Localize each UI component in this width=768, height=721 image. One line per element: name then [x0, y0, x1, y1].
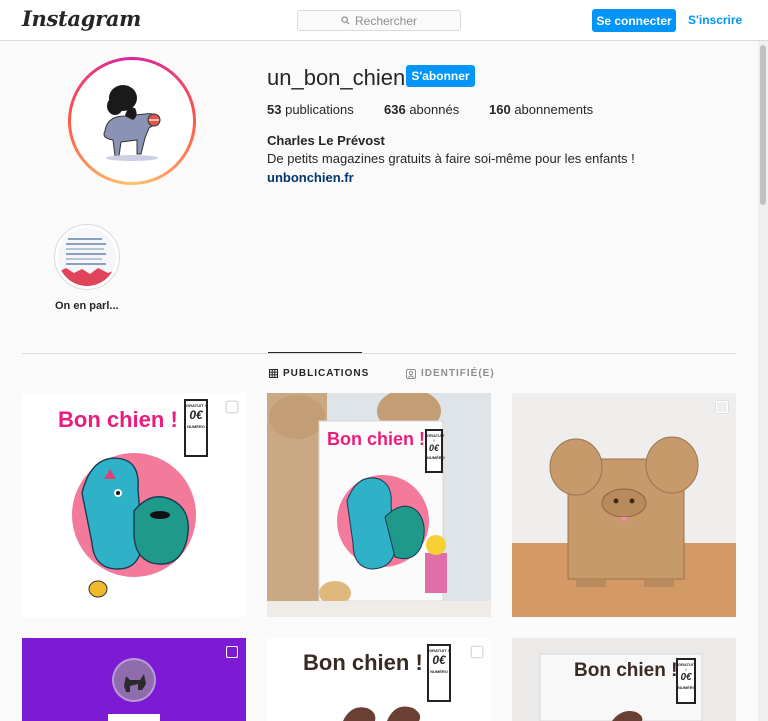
- posts-stat: 53 publications: [267, 102, 384, 117]
- dog-heads-illustration: [343, 706, 421, 721]
- tabs-divider: [22, 353, 736, 354]
- instagram-logo[interactable]: Instagram: [22, 6, 141, 31]
- tab-publications[interactable]: PUBLICATIONS: [269, 368, 369, 379]
- profile-website-link[interactable]: unbonchien.fr: [267, 170, 354, 185]
- multiple-images-icon: [716, 401, 728, 413]
- post-thumbnail[interactable]: [22, 638, 246, 721]
- post-thumbnail[interactable]: Bon chien ! GRATUIT ! 0€ NUMÉRO: [267, 393, 491, 617]
- tab-publications-label: PUBLICATIONS: [283, 368, 370, 379]
- followers-count: 636: [384, 102, 406, 117]
- cardboard-dog-photo: [512, 393, 736, 617]
- profile-bio: De petits magazines gratuits à faire soi…: [267, 151, 635, 166]
- profile-username: un_bon_chien: [267, 65, 406, 90]
- follow-button[interactable]: S'abonner: [406, 65, 475, 87]
- monsters-hugging-illustration: [72, 453, 196, 598]
- posts-count: 53: [267, 102, 282, 117]
- profile-stats: 53 publications 636 abonnés 160 abonneme…: [267, 102, 593, 117]
- multiple-images-icon: [226, 646, 238, 658]
- following-stat[interactable]: 160 abonnements: [489, 102, 593, 117]
- following-label: abonnements: [514, 102, 594, 117]
- search-input[interactable]: Rechercher: [297, 10, 461, 31]
- post-title: Bon chien !: [574, 660, 678, 681]
- profile-avatar[interactable]: [68, 57, 196, 185]
- search-icon: [341, 16, 350, 25]
- followers-stat[interactable]: 636 abonnés: [384, 102, 489, 117]
- posts-label: publications: [285, 102, 354, 117]
- tab-tagged-label: IDENTIFIÉ(E): [421, 368, 495, 379]
- highlight-thumbnail: [58, 228, 116, 286]
- page-scrollbar[interactable]: [758, 41, 768, 721]
- grid-icon: [269, 369, 278, 378]
- post-title: Bon chien !: [327, 429, 425, 449]
- signup-link[interactable]: S'inscrire: [688, 13, 742, 27]
- followers-label: abonnés: [409, 102, 460, 117]
- top-navbar: Instagram Rechercher Se connecter S'insc…: [0, 0, 768, 41]
- tab-tagged[interactable]: IDENTIFIÉ(E): [406, 368, 495, 379]
- scrollbar-thumb[interactable]: [760, 45, 766, 205]
- profile-full-name: Charles Le Prévost: [267, 133, 385, 148]
- active-tab-indicator: [268, 352, 362, 353]
- post-thumbnail[interactable]: [512, 393, 736, 617]
- post-thumbnail[interactable]: Bon chien ! GRATUIT ! 0€ NUMÉRO: [267, 638, 491, 721]
- following-count: 160: [489, 102, 511, 117]
- post-thumbnail[interactable]: Bon chien ! GRATUIT ! 0€ NUMÉRO: [512, 638, 736, 721]
- price-badge: GRATUIT ! 0€ NUMÉRO: [676, 658, 696, 704]
- price-badge: GRATUIT ! 0€ NUMÉRO: [425, 429, 445, 473]
- dog-avatar-illustration: [103, 85, 161, 161]
- cardboard-box-background: [267, 393, 491, 617]
- highlight-label: On en parl...: [55, 300, 119, 312]
- login-button[interactable]: Se connecter: [592, 9, 676, 32]
- post-thumbnail[interactable]: Bon chien ! GRATUIT ! 0€ NUMÉRO: [22, 393, 246, 617]
- search-placeholder: Rechercher: [354, 13, 418, 28]
- purple-cover-illustration: [108, 658, 160, 721]
- story-highlight[interactable]: [54, 224, 120, 290]
- tagged-user-icon: [406, 368, 416, 379]
